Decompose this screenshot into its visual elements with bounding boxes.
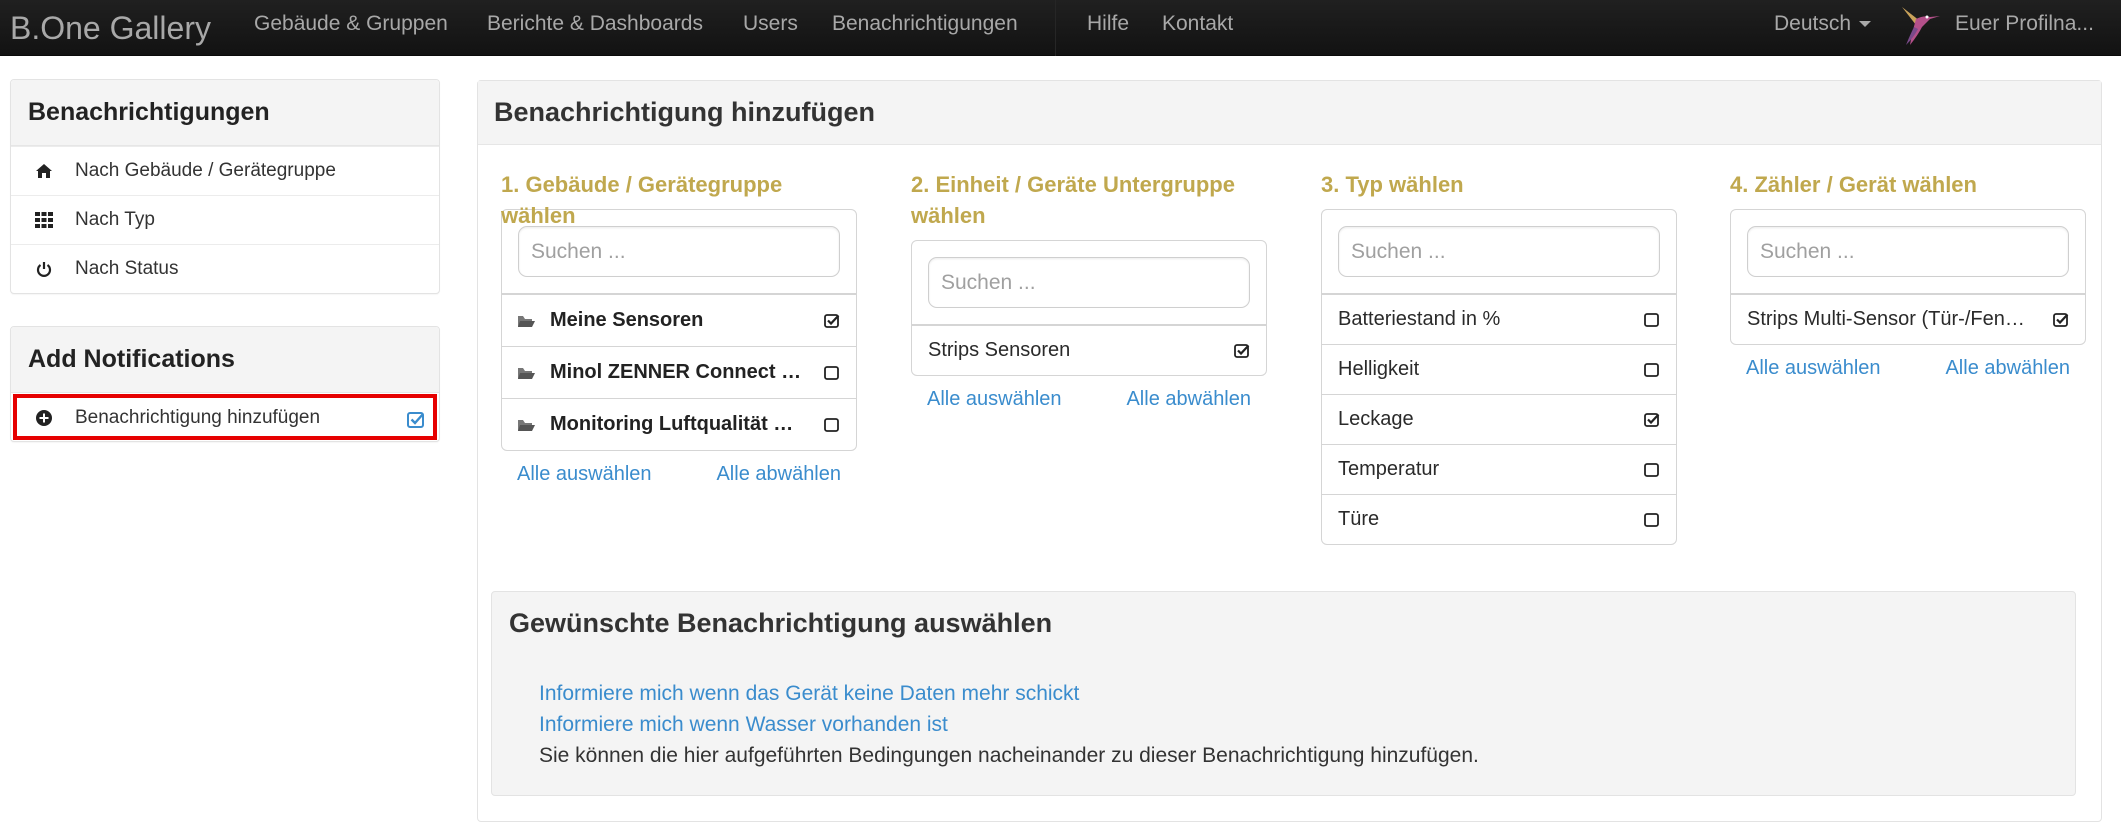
list-item-label: Türe bbox=[1338, 508, 1380, 530]
column-type: 3. Typ wählen Batteriestand in % Helligk… bbox=[1321, 169, 1677, 545]
sidebar-item-by-building[interactable]: Nach Gebäude / Gerätegruppe bbox=[11, 146, 439, 195]
column-title: 4. Zähler / Gerät wählen bbox=[1730, 172, 1977, 197]
column-building-group: 1. Gebäude / Gerätegruppe wählen Meine S… bbox=[501, 169, 857, 486]
power-icon bbox=[33, 258, 55, 280]
checkbox-empty-icon[interactable] bbox=[824, 365, 840, 381]
notification-select-well: Gewünschte Benachrichtigung auswählen In… bbox=[491, 591, 2076, 796]
list-item[interactable]: Batteriestand in % bbox=[1322, 294, 1676, 344]
sidebar-item-label: Benachrichtigung hinzufügen bbox=[75, 406, 321, 428]
column-device: 4. Zähler / Gerät wählen Strips Multi-Se… bbox=[1730, 169, 2086, 380]
list-item-label: Batteriestand in % bbox=[1338, 308, 1501, 330]
list-item[interactable]: Helligkeit bbox=[1322, 344, 1676, 394]
checkbox-empty-icon[interactable] bbox=[1644, 362, 1660, 378]
nav-divider bbox=[1055, 0, 1056, 56]
list-item-label: Helligkeit bbox=[1338, 358, 1420, 380]
list-item[interactable]: Monitoring Luftqualität … bbox=[502, 398, 856, 450]
sidebar-item-label: Nach Status bbox=[75, 258, 179, 279]
list-item-label: Monitoring Luftqualität … bbox=[550, 413, 794, 435]
search-input[interactable] bbox=[1747, 226, 2069, 277]
nav-gebaeude-gruppen[interactable]: Gebäude & Gruppen bbox=[254, 12, 448, 36]
add-notification-panel: Benachrichtigung hinzufügen 1. Gebäude /… bbox=[477, 80, 2102, 822]
folder-open-icon bbox=[518, 418, 538, 432]
nav-users[interactable]: Users bbox=[743, 12, 798, 36]
device-list: Strips Multi-Sensor (Tür-/Fen… bbox=[1730, 209, 2086, 345]
sidebar-panel-title: Add Notifications bbox=[11, 327, 439, 393]
search-input[interactable] bbox=[518, 226, 840, 277]
list-item-label: Strips Sensoren bbox=[928, 339, 1071, 361]
checkbox-checked-icon[interactable] bbox=[2053, 312, 2069, 328]
list-item[interactable]: Minol ZENNER Connect … bbox=[502, 346, 856, 398]
home-icon bbox=[33, 160, 55, 182]
list-item[interactable]: Strips Multi-Sensor (Tür-/Fen… bbox=[1731, 294, 2085, 344]
notification-hint: Sie können die hier aufgeführten Bedingu… bbox=[539, 744, 1479, 767]
notification-option-water[interactable]: Informiere mich wenn Wasser vorhanden is… bbox=[539, 713, 948, 737]
list-item[interactable]: Leckage bbox=[1322, 394, 1676, 444]
sidebar-item-label: Nach Typ bbox=[75, 209, 155, 230]
sidebar-panel-title: Benachrichtigungen bbox=[11, 80, 439, 146]
column-title: 3. Typ wählen bbox=[1321, 172, 1464, 197]
folder-open-icon bbox=[518, 314, 538, 328]
checkbox-empty-icon[interactable] bbox=[824, 417, 840, 433]
list-item[interactable]: Temperatur bbox=[1322, 444, 1676, 494]
select-all-link[interactable]: Alle auswählen bbox=[1746, 357, 1881, 380]
list-item[interactable]: Türe bbox=[1322, 494, 1676, 544]
checkbox-checked-icon[interactable] bbox=[824, 313, 840, 329]
nav-hilfe[interactable]: Hilfe bbox=[1087, 12, 1129, 36]
building-group-list: Meine Sensoren Minol ZENNER Connect … Mo… bbox=[501, 209, 857, 451]
list-item-label: Meine Sensoren bbox=[550, 309, 704, 331]
unit-subgroup-list: Strips Sensoren bbox=[911, 240, 1267, 376]
sidebar-panel-add-notifications: Add Notifications Benachrichtigung hinzu… bbox=[10, 326, 440, 442]
language-dropdown[interactable]: Deutsch bbox=[1774, 12, 1872, 36]
folder-open-icon bbox=[518, 366, 538, 380]
well-title: Gewünschte Benachrichtigung auswählen bbox=[509, 608, 1053, 638]
deselect-all-link[interactable]: Alle abwählen bbox=[716, 463, 841, 486]
checkbox-empty-icon[interactable] bbox=[1644, 312, 1660, 328]
list-item-label: Leckage bbox=[1338, 408, 1414, 430]
nav-berichte-dashboards[interactable]: Berichte & Dashboards bbox=[487, 12, 703, 36]
column-title: 2. Einheit / Geräte Untergruppe wählen bbox=[911, 172, 1235, 228]
language-label: Deutsch bbox=[1774, 12, 1852, 35]
profile-menu[interactable]: Euer Profilna... bbox=[1955, 12, 2094, 36]
checkbox-empty-icon[interactable] bbox=[1644, 462, 1660, 478]
column-title: 1. Gebäude / Gerätegruppe wählen bbox=[501, 172, 783, 228]
plus-circle-icon bbox=[33, 407, 55, 429]
top-navbar: B.One Gallery Gebäude & Gruppen Berichte… bbox=[0, 0, 2121, 56]
sidebar-item-label: Nach Gebäude / Gerätegruppe bbox=[75, 160, 336, 181]
brand-logo[interactable]: B.One Gallery bbox=[10, 8, 211, 48]
list-item-label: Temperatur bbox=[1338, 458, 1440, 480]
deselect-all-link[interactable]: Alle abwählen bbox=[1126, 388, 1251, 411]
sidebar-item-add-notification[interactable]: Benachrichtigung hinzufügen bbox=[13, 394, 437, 440]
sidebar-item-by-type[interactable]: Nach Typ bbox=[11, 195, 439, 244]
search-input[interactable] bbox=[928, 257, 1250, 308]
select-all-link[interactable]: Alle auswählen bbox=[517, 463, 652, 486]
checkbox-empty-icon[interactable] bbox=[1644, 512, 1660, 528]
list-item-label: Strips Multi-Sensor (Tür-/Fen… bbox=[1747, 308, 2025, 330]
list-item[interactable]: Meine Sensoren bbox=[502, 294, 856, 346]
list-item[interactable]: Strips Sensoren bbox=[912, 325, 1266, 375]
checkbox-checked-icon[interactable] bbox=[407, 411, 425, 435]
sidebar-item-by-status[interactable]: Nach Status bbox=[11, 244, 439, 293]
type-list: Batteriestand in % Helligkeit Leckage Te… bbox=[1321, 209, 1677, 545]
notification-option-no-data[interactable]: Informiere mich wenn das Gerät keine Dat… bbox=[539, 682, 1079, 706]
grid-icon bbox=[33, 209, 55, 231]
checkbox-checked-icon[interactable] bbox=[1644, 412, 1660, 428]
caret-down-icon bbox=[1859, 21, 1872, 28]
select-all-link[interactable]: Alle auswählen bbox=[927, 388, 1062, 411]
hummingbird-logo-icon bbox=[1902, 7, 1940, 45]
list-item-label: Minol ZENNER Connect … bbox=[550, 361, 802, 383]
nav-kontakt[interactable]: Kontakt bbox=[1162, 12, 1233, 36]
sidebar-panel-notifications: Benachrichtigungen Nach Gebäude / Geräte… bbox=[10, 79, 440, 294]
nav-benachrichtigungen[interactable]: Benachrichtigungen bbox=[832, 12, 1018, 36]
panel-title: Benachrichtigung hinzufügen bbox=[478, 81, 2101, 145]
column-unit-subgroup: 2. Einheit / Geräte Untergruppe wählen S… bbox=[911, 169, 1267, 411]
checkbox-checked-icon[interactable] bbox=[1234, 343, 1250, 359]
search-input[interactable] bbox=[1338, 226, 1660, 277]
deselect-all-link[interactable]: Alle abwählen bbox=[1945, 357, 2070, 380]
